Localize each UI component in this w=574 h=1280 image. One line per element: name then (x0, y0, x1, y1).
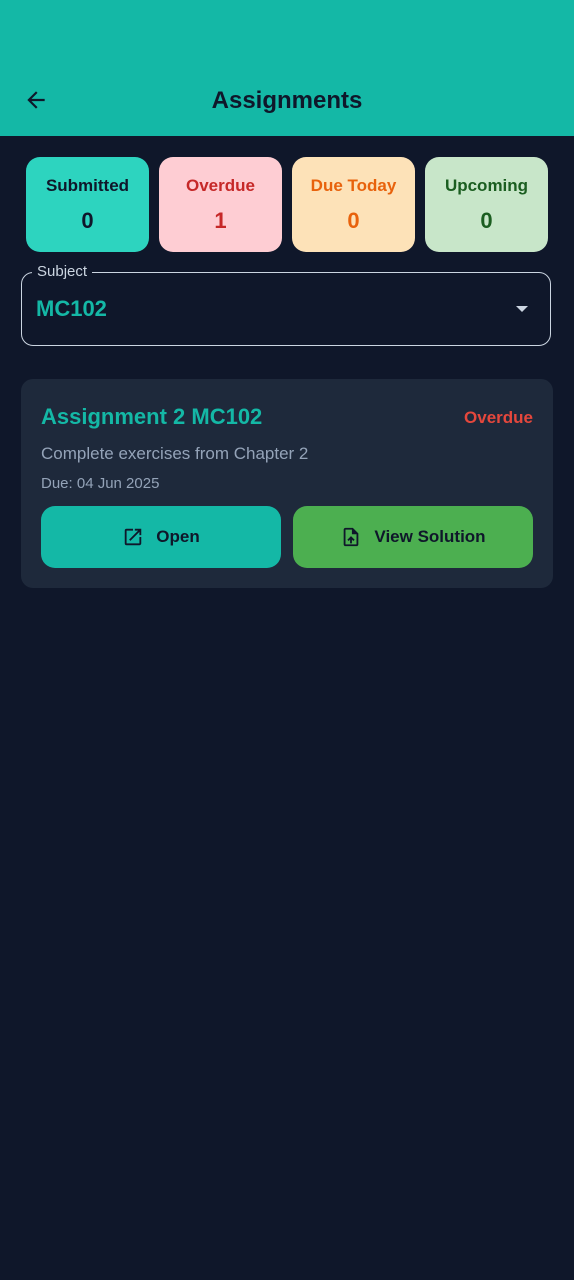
subject-label: Subject (32, 262, 93, 282)
assignment-due-date: Due: 04 Jun 2025 (41, 475, 160, 492)
dropdown-arrow-icon (516, 306, 528, 312)
subject-dropdown[interactable]: Subject MC102 (21, 262, 551, 346)
app-bar: Assignments (0, 0, 574, 136)
stat-value: 0 (480, 208, 493, 233)
stat-label: Upcoming (444, 176, 529, 195)
stats-row: Submitted 0 Overdue 1 Due Today 0 Upcomi… (26, 157, 549, 252)
subject-value: MC102 (36, 296, 107, 321)
stat-value: 0 (347, 208, 360, 233)
stat-card-overdue: Overdue 1 (159, 157, 282, 252)
stat-card-submitted: Submitted 0 (26, 157, 149, 252)
assignment-title: Assignment 2 MC102 (41, 404, 263, 429)
view-solution-button[interactable]: View Solution (293, 506, 533, 568)
page-title: Assignments (211, 87, 363, 114)
open-external-icon (122, 526, 144, 548)
status-badge: Overdue (464, 408, 533, 427)
file-upload-icon (340, 526, 362, 548)
stat-label: Submitted (45, 176, 130, 195)
assignment-description: Complete exercises from Chapter 2 (41, 444, 309, 463)
stat-value: 1 (214, 208, 227, 233)
view-solution-label: View Solution (374, 527, 486, 546)
stat-label: Due Today (310, 176, 397, 195)
stat-label: Overdue (186, 176, 255, 195)
open-button-label: Open (156, 527, 200, 546)
open-button[interactable]: Open (41, 506, 281, 568)
stat-card-upcoming: Upcoming 0 (425, 157, 548, 252)
stat-card-due-today: Due Today 0 (292, 157, 415, 252)
stat-value: 0 (81, 208, 94, 233)
assignment-card: Assignment 2 MC102 Overdue Complete exer… (21, 379, 553, 588)
